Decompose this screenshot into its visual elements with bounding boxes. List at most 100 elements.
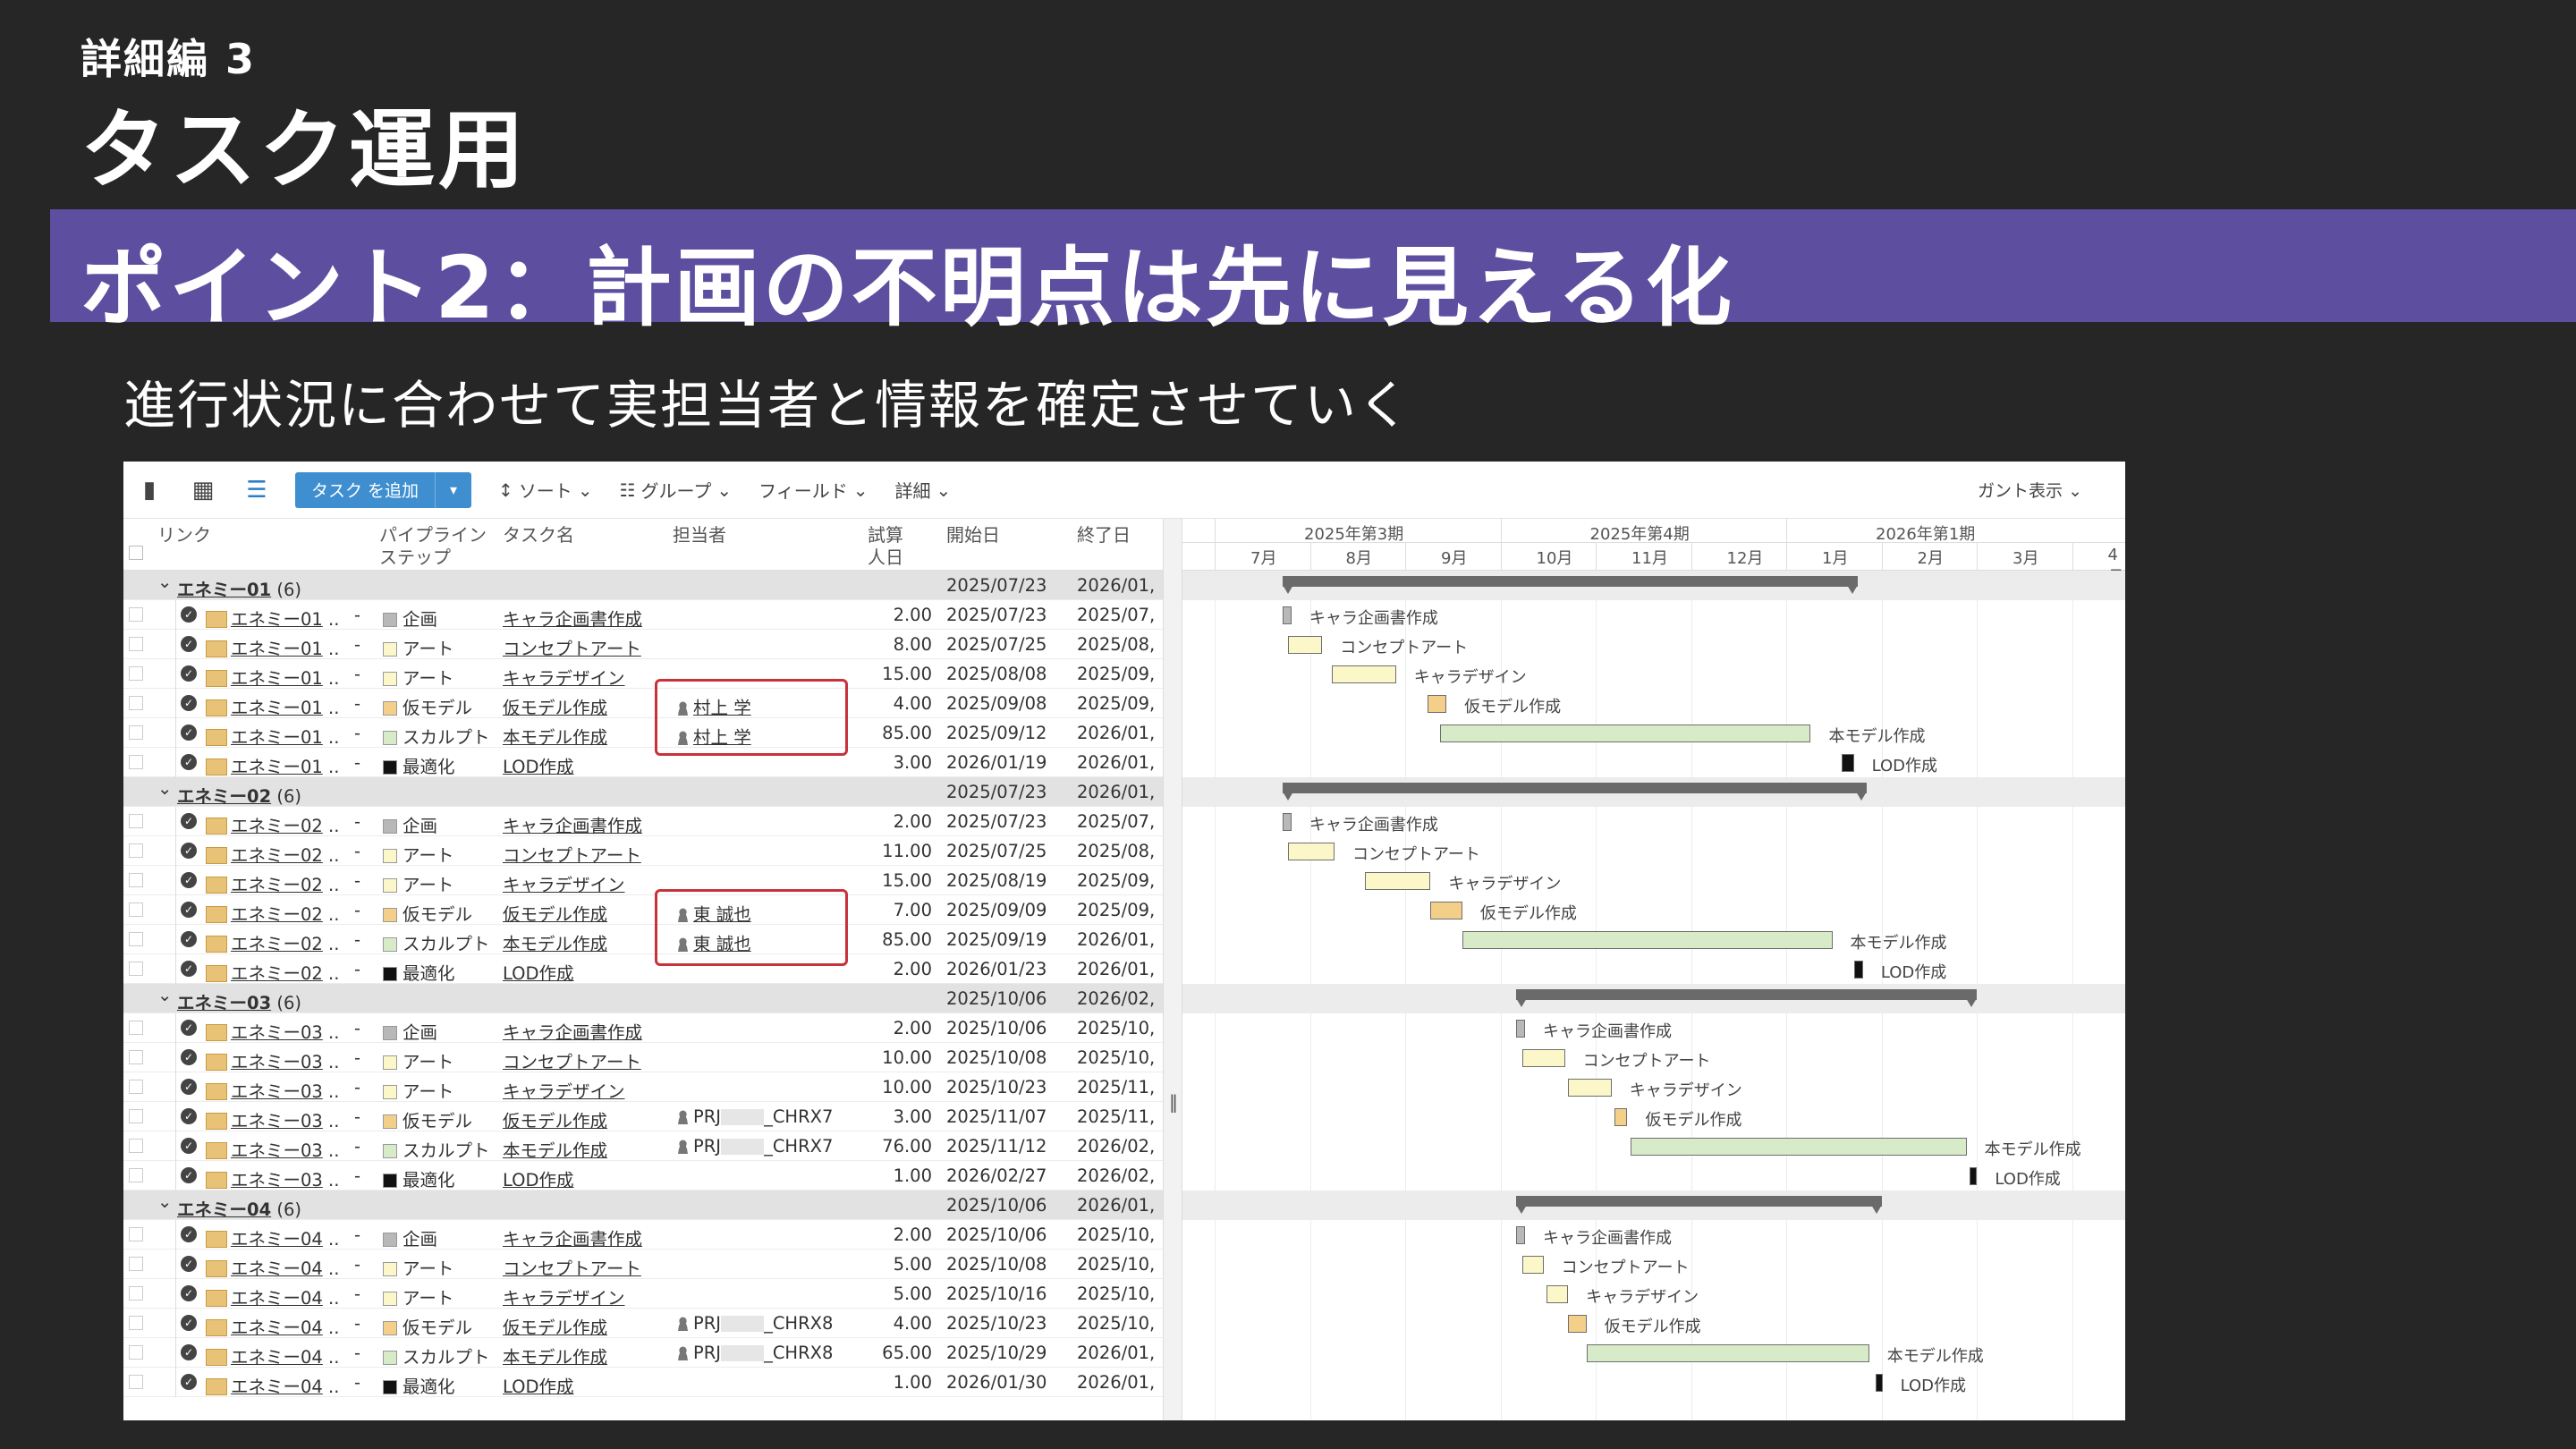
row-checkbox[interactable] [129, 873, 143, 887]
link-text[interactable]: エネミー02 [231, 963, 323, 984]
task-name[interactable]: キャラデザイン [503, 664, 625, 690]
gantt-task-bar[interactable] [1841, 754, 1854, 772]
task-name[interactable]: コンセプトアート [503, 841, 641, 867]
row-checkbox[interactable] [129, 962, 143, 976]
link-cell[interactable]: エネミー03 .. [206, 1136, 339, 1162]
link-text[interactable]: エネミー04 [231, 1377, 323, 1397]
chevron-down-icon[interactable]: ▾ [436, 472, 471, 508]
chevron-down-icon[interactable]: ⌄ [157, 1191, 172, 1212]
table-row[interactable]: ✓ エネミー03 .. - アート キャラデザイン 10.00 2025/10/23 2025… [123, 1072, 1163, 1102]
pipeline-step[interactable]: 企画 [383, 811, 437, 837]
link-cell[interactable]: エネミー01 .. [206, 723, 339, 749]
table-row[interactable]: ✓ エネミー02 .. - 最適化 LOD作成 2.00 2026/01/23 2026/01… [123, 954, 1163, 984]
estimate-cell[interactable]: 11.00 [869, 841, 932, 861]
gantt-task-bar[interactable] [1427, 695, 1447, 713]
start-date[interactable]: 2025/11/12 [946, 1136, 1046, 1157]
gantt-task-bar[interactable] [1365, 872, 1431, 890]
link-cell[interactable]: エネミー02 .. [206, 870, 339, 896]
estimate-cell[interactable]: 15.00 [869, 870, 932, 891]
gantt-task-bar[interactable] [1331, 665, 1396, 683]
link-text[interactable]: エネミー02 [231, 816, 323, 836]
col-link[interactable]: リンク [157, 524, 211, 547]
status-check-icon[interactable]: ✓ [181, 1049, 197, 1065]
link-cell[interactable]: エネミー01 .. [206, 605, 339, 631]
detail-menu[interactable]: 詳細 ⌄ [894, 477, 951, 503]
table-row[interactable]: ✓ エネミー03 .. - アート コンセプトアート 10.00 2025/10/08 202… [123, 1043, 1163, 1072]
group-name[interactable]: エネミー02 [177, 786, 271, 807]
start-date[interactable]: 2025/09/12 [946, 723, 1046, 743]
task-name[interactable]: キャラ企画書作成 [503, 1018, 642, 1044]
gantt-summary-bar[interactable] [1282, 783, 1868, 801]
link-cell[interactable]: エネミー04 .. [206, 1254, 339, 1280]
start-date[interactable]: 2025/08/19 [946, 870, 1046, 891]
status-check-icon[interactable]: ✓ [181, 636, 197, 652]
pipeline-step[interactable]: アート [383, 841, 453, 867]
gantt-task-bar[interactable] [1521, 1256, 1544, 1274]
link-text[interactable]: エネミー04 [231, 1258, 323, 1279]
task-name[interactable]: 仮モデル作成 [503, 693, 607, 719]
end-date[interactable]: 2025/07, [1077, 811, 1155, 832]
table-row[interactable]: ✓ エネミー03 .. - スカルプト 本モデル作成 PRJ _CHRX7 76.00 2025… [123, 1131, 1163, 1161]
status-check-icon[interactable]: ✓ [181, 1344, 197, 1360]
link-text[interactable]: エネミー03 [231, 1111, 323, 1131]
status-check-icon[interactable]: ✓ [181, 1315, 197, 1331]
status-check-icon[interactable]: ✓ [181, 606, 197, 623]
table-row[interactable]: ✓ エネミー01 .. - アート キャラデザイン 15.00 2025/08/08 2025… [123, 659, 1163, 689]
field-menu[interactable]: フィールド ⌄ [758, 477, 868, 503]
table-row[interactable]: ✓ エネミー01 .. - 最適化 LOD作成 3.00 2026/01/19 2026/01… [123, 748, 1163, 777]
estimate-cell[interactable]: 2.00 [869, 1224, 932, 1245]
row-checkbox[interactable] [129, 607, 143, 622]
link-cell[interactable]: エネミー01 .. [206, 693, 339, 719]
start-date[interactable]: 2025/07/25 [946, 634, 1046, 655]
table-row[interactable]: ✓ エネミー04 .. - アート キャラデザイン 5.00 2025/10/16 2025/… [123, 1279, 1163, 1309]
row-checkbox[interactable] [129, 1139, 143, 1153]
col-start[interactable]: 開始日 [946, 524, 1000, 547]
estimate-cell[interactable]: 5.00 [869, 1254, 932, 1275]
group-name[interactable]: エネミー03 [177, 993, 271, 1013]
link-cell[interactable]: エネミー03 .. [206, 1077, 339, 1103]
gantt-task-bar[interactable] [1853, 961, 1863, 979]
col-estimate[interactable]: 試算 人日 [868, 524, 907, 569]
row-checkbox[interactable] [129, 1227, 143, 1241]
link-cell[interactable]: エネミー02 .. [206, 929, 339, 955]
end-date[interactable]: 2025/10, [1077, 1018, 1155, 1038]
row-checkbox[interactable] [129, 1080, 143, 1094]
start-date[interactable]: 2025/10/06 [946, 1224, 1046, 1245]
pipeline-step[interactable]: スカルプト [383, 723, 490, 749]
estimate-cell[interactable]: 7.00 [869, 900, 932, 920]
end-date[interactable]: 2026/01, [1077, 1343, 1155, 1363]
end-date[interactable]: 2025/08, [1077, 841, 1155, 861]
gantt-summary-bar[interactable] [1515, 1196, 1883, 1214]
status-check-icon[interactable]: ✓ [181, 931, 197, 947]
estimate-cell[interactable]: 2.00 [869, 959, 932, 979]
row-checkbox[interactable] [129, 1375, 143, 1389]
start-date[interactable]: 2025/09/09 [946, 900, 1046, 920]
table-row[interactable]: ✓ エネミー04 .. - 最適化 LOD作成 1.00 2026/01/30 2026/01… [123, 1368, 1163, 1397]
list-view-icon[interactable]: ☰ [245, 477, 268, 504]
task-name[interactable]: 本モデル作成 [503, 1136, 607, 1162]
gantt-task-bar[interactable] [1970, 1167, 1978, 1185]
estimate-cell[interactable]: 3.00 [869, 1106, 932, 1127]
end-date[interactable]: 2025/11, [1077, 1077, 1155, 1097]
gantt-task-bar[interactable] [1288, 843, 1335, 860]
estimate-cell[interactable]: 1.00 [869, 1165, 932, 1186]
row-checkbox[interactable] [129, 755, 143, 769]
col-assignee[interactable]: 担当者 [673, 524, 726, 547]
estimate-cell[interactable]: 4.00 [869, 1313, 932, 1334]
link-text[interactable]: エネミー01 [231, 639, 323, 659]
start-date[interactable]: 2025/09/08 [946, 693, 1046, 714]
start-date[interactable]: 2026/02/27 [946, 1165, 1046, 1186]
link-cell[interactable]: エネミー04 .. [206, 1313, 339, 1339]
gantt-task-bar[interactable] [1568, 1079, 1612, 1097]
row-checkbox[interactable] [129, 1286, 143, 1301]
row-checkbox[interactable] [129, 1168, 143, 1182]
end-date[interactable]: 2025/09, [1077, 870, 1155, 891]
pipeline-step[interactable]: アート [383, 1254, 453, 1280]
sort-menu[interactable]: ↕ ソート ⌄ [498, 477, 593, 503]
end-date[interactable]: 2026/01, [1077, 1372, 1155, 1393]
group-row[interactable]: ⌄ エネミー03 (6) 2025/10/06 2026/02, [123, 984, 1163, 1013]
detail-view-icon[interactable]: ▮ [138, 477, 161, 504]
group-row[interactable]: ⌄ エネミー04 (6) 2025/10/06 2026/01, [123, 1191, 1163, 1220]
link-cell[interactable]: エネミー03 .. [206, 1018, 339, 1044]
assignee-cell[interactable]: PRJ _CHRX7 [676, 1106, 833, 1127]
